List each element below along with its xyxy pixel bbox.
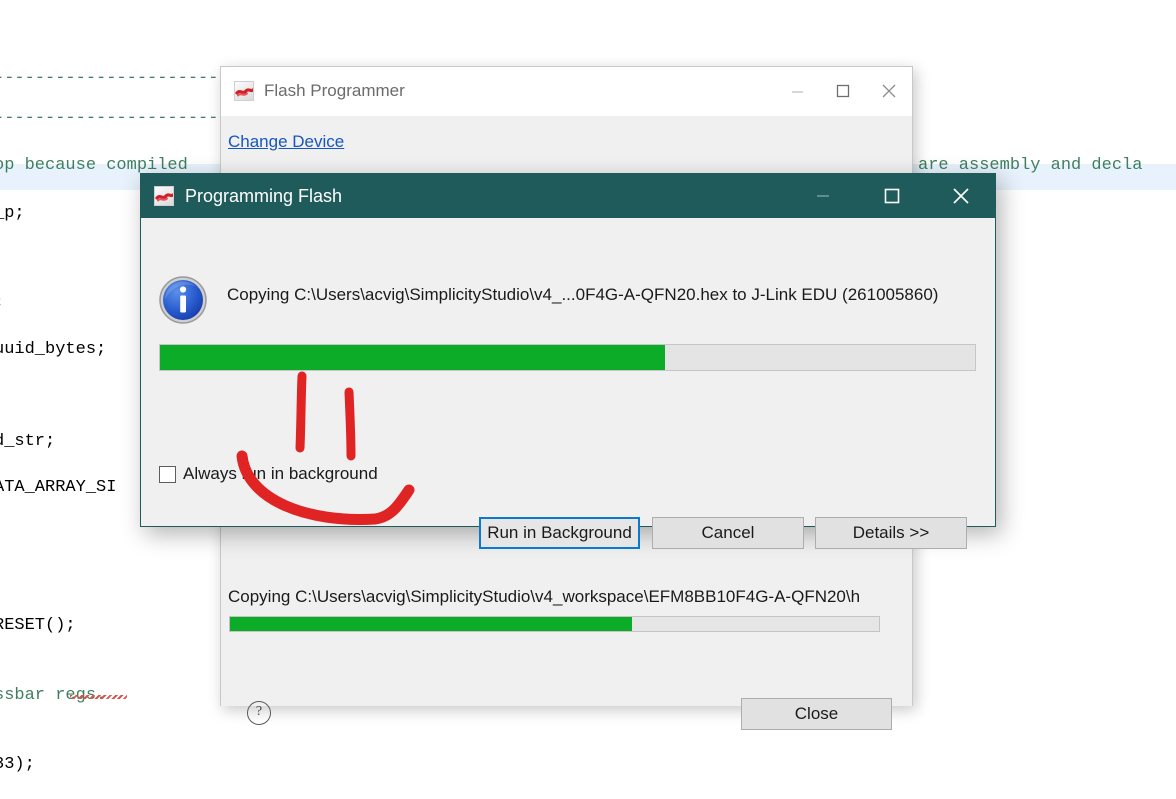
progress-bar [159,344,976,371]
flash-progress-fill [230,617,633,631]
flash-progress-bar [229,616,880,632]
cancel-button[interactable]: Cancel [652,517,804,549]
flash-programmer-title: Flash Programmer [264,81,405,100]
help-icon[interactable]: ? [247,701,271,725]
minimize-icon[interactable] [788,174,857,218]
progress-bar-fill [160,345,666,370]
run-in-background-button[interactable]: Run in Background [479,517,640,549]
always-run-in-background-label: Always run in background [183,464,378,483]
minimize-icon[interactable] [774,67,820,115]
flash-status-text: Copying C:\Users\acvig\SimplicityStudio\… [228,587,861,606]
code-line: are assembly and decla [918,156,1143,175]
code-line: RESET(); [0,616,76,635]
code-line: ATA_ARRAY_SI [0,478,117,497]
maximize-icon[interactable] [857,174,926,218]
maximize-icon[interactable] [820,67,866,115]
code-line: uuid_bytes; [0,340,107,359]
change-device-link[interactable]: Change Device [228,132,344,152]
spellcheck-squiggle [70,695,127,699]
close-button[interactable]: Close [741,698,892,730]
always-run-in-background-checkbox[interactable] [159,465,176,483]
code-line: _p; [0,204,25,223]
progress-message: Copying C:\Users\acvig\SimplicityStudio\… [227,285,939,304]
programming-flash-titlebar[interactable]: Programming Flash [141,174,995,218]
code-line: ; [0,295,4,312]
programming-flash-body: Copying C:\Users\acvig\SimplicityStudio\… [141,218,995,549]
flash-programmer-titlebar[interactable]: Flash Programmer [221,67,912,116]
code-line: 33); [0,755,35,774]
flash-window-controls [774,67,912,115]
code-line: d_str; [0,432,56,451]
info-icon [158,275,208,325]
close-icon[interactable] [926,174,995,218]
silabs-icon [154,186,174,206]
close-icon[interactable] [866,67,912,115]
programming-flash-dialog[interactable]: Programming Flash Copying C:\Users\acvig… [140,173,996,549]
code-line: op because compiled [0,156,188,175]
details-button[interactable]: Details >> [815,517,967,549]
silabs-icon [234,81,254,101]
programming-flash-title: Programming Flash [185,185,343,206]
always-run-in-background-row[interactable]: Always run in background [159,464,378,484]
programming-flash-window-controls [788,174,995,218]
